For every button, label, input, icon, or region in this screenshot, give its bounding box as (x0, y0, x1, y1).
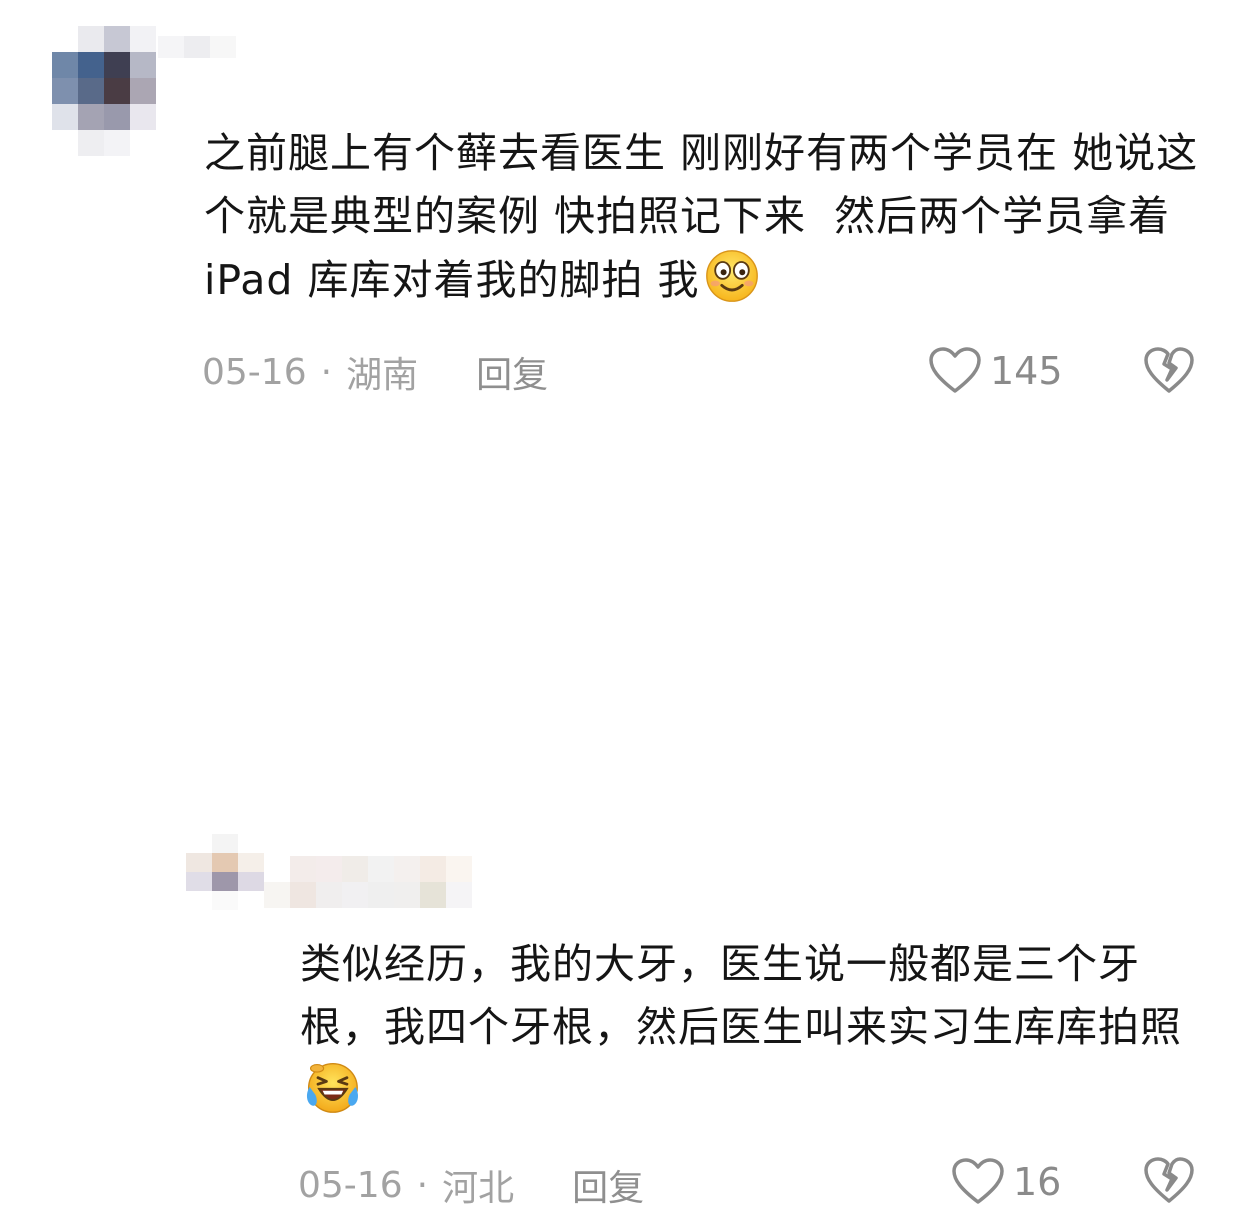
mosaic-pixel (186, 872, 212, 891)
mosaic-pixel (212, 853, 238, 872)
mosaic-pixel (368, 856, 394, 882)
mosaic-pixel (262, 36, 288, 58)
mosaic-pixel (52, 104, 78, 130)
mosaic-pixel (420, 882, 446, 908)
smile-emoji (705, 250, 758, 302)
comment-item: 之前腿上有个藓去看医生 刚刚好有两个学员在 她说这个就是典型的案例 快拍照记下来… (0, 0, 1260, 410)
comment-text-content: 类似经历，我的大牙，医生说一般都是三个牙根，我四个牙根，然后医生叫来实习生库库拍… (300, 940, 1182, 1051)
mosaic-pixel (184, 36, 210, 58)
mosaic-pixel (130, 52, 156, 78)
like-count: 16 (1013, 1160, 1062, 1204)
mosaic-pixel (472, 882, 498, 908)
mosaic-pixel (238, 853, 264, 872)
mosaic-pixel (52, 26, 78, 52)
reply-button[interactable]: 回复 (476, 346, 548, 398)
like-count: 145 (990, 349, 1063, 393)
mosaic-pixel (446, 882, 472, 908)
laughing-tears-emoji (306, 1062, 358, 1113)
mosaic-pixel (130, 26, 156, 52)
mosaic-pixel (104, 78, 130, 104)
like-button[interactable]: 145 (928, 346, 1063, 396)
mosaic-pixel (52, 130, 78, 156)
comment-text: 类似经历，我的大牙，医生说一般都是三个牙根，我四个牙根，然后医生叫来实习生库库拍… (300, 933, 1210, 1123)
mosaic-pixel (52, 78, 78, 104)
mosaic-pixel (130, 78, 156, 104)
username-pixelated[interactable] (158, 36, 288, 80)
mosaic-pixel (236, 58, 262, 80)
mosaic-pixel (104, 130, 130, 156)
mosaic-pixel (212, 891, 238, 910)
mosaic-pixel (212, 834, 238, 853)
mosaic-pixel (78, 52, 104, 78)
mosaic-pixel (420, 856, 446, 882)
broken-heart-icon (1144, 1157, 1194, 1203)
dislike-button[interactable] (1143, 346, 1195, 400)
mosaic-pixel (290, 856, 316, 882)
broken-heart-icon (1144, 347, 1194, 393)
dislike-button[interactable] (1143, 1156, 1195, 1210)
mosaic-pixel (262, 58, 288, 80)
avatar-pixelated[interactable] (186, 834, 264, 910)
comment-date: 05-16 (298, 1164, 403, 1206)
mosaic-pixel (78, 130, 104, 156)
mosaic-pixel (158, 36, 184, 58)
mosaic-pixel (342, 856, 368, 882)
comment-location: 湖南 (346, 355, 419, 396)
mosaic-pixel (394, 882, 420, 908)
mosaic-pixel (130, 130, 156, 156)
mosaic-pixel (210, 58, 236, 80)
mosaic-pixel (130, 104, 156, 130)
username-pixelated[interactable] (264, 856, 498, 908)
mosaic-pixel (264, 882, 290, 908)
mosaic-pixel (52, 52, 78, 78)
mosaic-pixel (316, 856, 342, 882)
comment-location: 河北 (442, 1168, 515, 1209)
heart-icon (929, 347, 981, 393)
mosaic-pixel (186, 834, 212, 853)
mosaic-pixel (210, 36, 236, 58)
mosaic-pixel (290, 882, 316, 908)
mosaic-pixel (184, 58, 210, 80)
mosaic-pixel (78, 104, 104, 130)
comment-meta: 05-16 · 湖南 回复 (202, 346, 548, 398)
mosaic-pixel (104, 104, 130, 130)
comment-text-content: 之前腿上有个藓去看医生 刚刚好有两个学员在 她说这个就是典型的案例 快拍照记下来… (204, 129, 1199, 304)
mosaic-pixel (78, 26, 104, 52)
mosaic-pixel (78, 78, 104, 104)
reply-comment-item: 类似经历，我的大牙，医生说一般都是三个牙根，我四个牙根，然后医生叫来实习生库库拍… (0, 410, 1260, 1209)
mosaic-pixel (238, 834, 264, 853)
like-button[interactable]: 16 (951, 1157, 1061, 1207)
meta-separator: · (320, 351, 333, 393)
mosaic-pixel (186, 853, 212, 872)
comment-text: 之前腿上有个藓去看医生 刚刚好有两个学员在 她说这个就是典型的案例 快拍照记下来… (204, 122, 1214, 312)
heart-icon (952, 1158, 1004, 1204)
mosaic-pixel (342, 882, 368, 908)
reply-button[interactable]: 回复 (572, 1159, 644, 1211)
mosaic-pixel (236, 36, 262, 58)
mosaic-pixel (158, 58, 184, 80)
mosaic-pixel (472, 856, 498, 882)
mosaic-pixel (264, 856, 290, 882)
mosaic-pixel (104, 52, 130, 78)
meta-separator: · (416, 1164, 429, 1206)
mosaic-pixel (394, 856, 420, 882)
comment-date: 05-16 (202, 351, 307, 393)
mosaic-pixel (212, 872, 238, 891)
mosaic-pixel (316, 882, 342, 908)
comment-meta: 05-16 · 河北 回复 (298, 1159, 644, 1211)
mosaic-pixel (186, 891, 212, 910)
mosaic-pixel (104, 26, 130, 52)
avatar-pixelated[interactable] (52, 26, 156, 156)
mosaic-pixel (238, 872, 264, 891)
mosaic-pixel (238, 891, 264, 910)
mosaic-pixel (446, 856, 472, 882)
mosaic-pixel (368, 882, 394, 908)
